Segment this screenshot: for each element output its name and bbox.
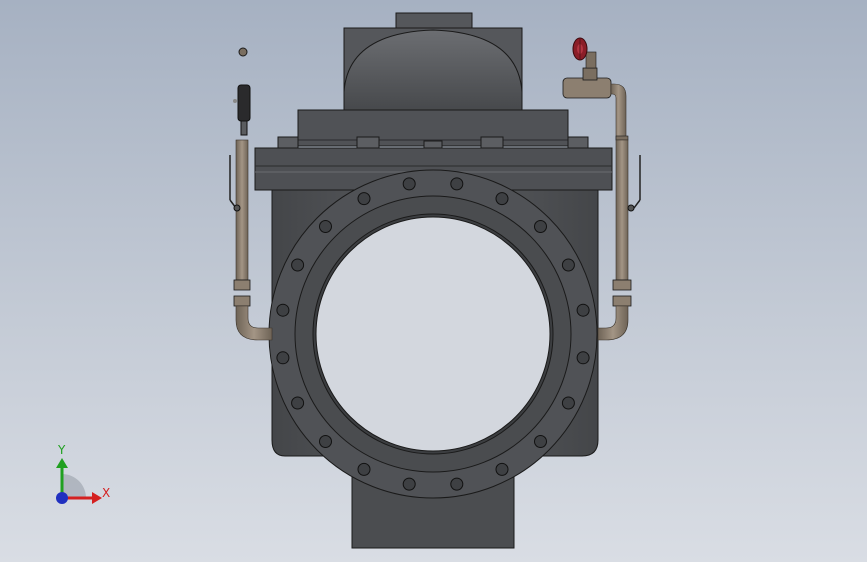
- bolt-hole: [319, 435, 332, 448]
- valve-model[interactable]: [0, 0, 867, 562]
- bolt-hole: [276, 303, 290, 317]
- pressure-gauge-icon[interactable]: [233, 84, 251, 136]
- bolt-hole: [576, 303, 590, 317]
- bolt-hole: [450, 177, 464, 191]
- bolt-hole: [291, 396, 305, 410]
- bolt-hole: [402, 177, 416, 191]
- z-axis-icon: [56, 492, 68, 504]
- coordinate-triad: Y X: [56, 443, 110, 504]
- bolt-hole: [291, 258, 305, 272]
- bolt-hole: [276, 351, 290, 365]
- bolt-hole: [495, 462, 509, 476]
- bore-opening: [315, 216, 551, 452]
- y-axis-label: Y: [57, 443, 66, 457]
- bolt-hole: [495, 192, 509, 206]
- bolt-hole: [534, 435, 547, 448]
- bolt-hole: [450, 477, 464, 491]
- bolt-hole: [534, 220, 547, 233]
- bolt-hole: [357, 192, 371, 206]
- bolt-hole: [402, 477, 416, 491]
- bolt-hole: [561, 396, 575, 410]
- x-axis-label: X: [102, 486, 110, 500]
- bolt-hole: [319, 220, 332, 233]
- bolt-hole: [357, 462, 371, 476]
- bolt-hole: [576, 351, 590, 365]
- handwheel-icon[interactable]: [572, 37, 597, 69]
- bolt-hole: [561, 258, 575, 272]
- cad-viewport[interactable]: Y X: [0, 0, 867, 562]
